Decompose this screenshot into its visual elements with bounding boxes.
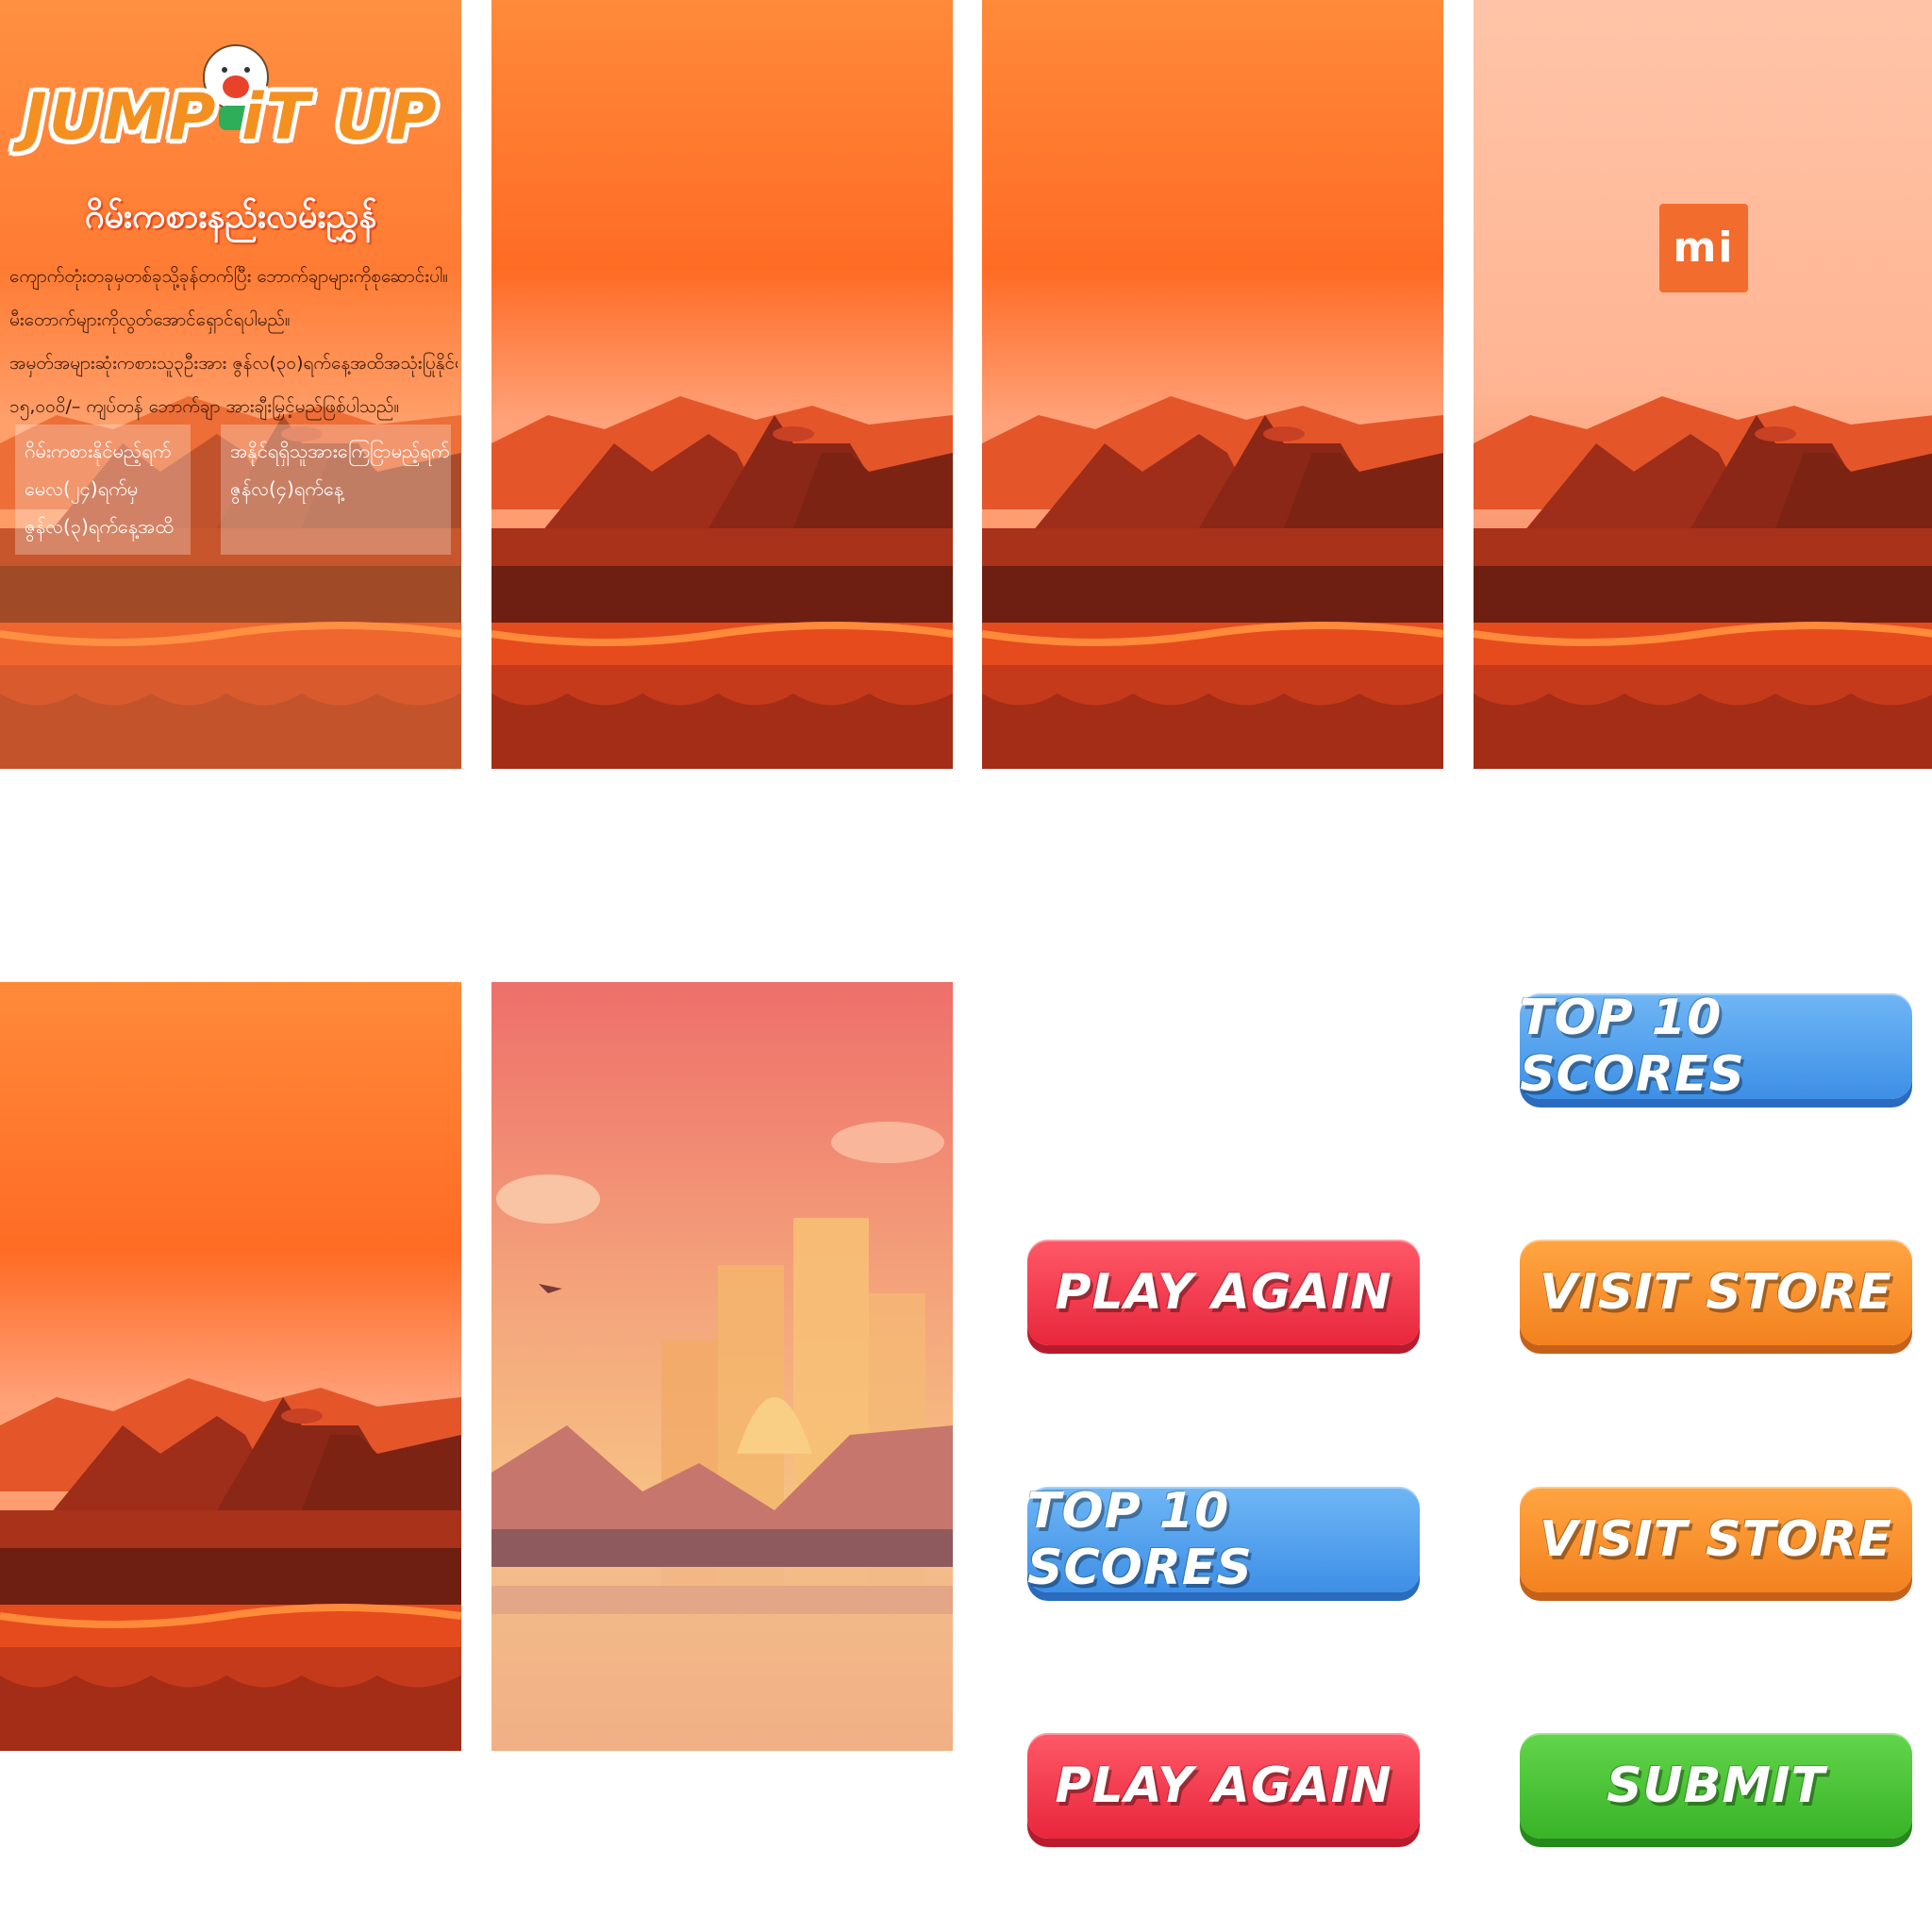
game-period-box: ဂိမ်းကစားနိုင်မည့်ရက် မေလ(၂၄)ရက်မှ ဇွန်လ… — [15, 425, 191, 555]
instructions-title: ဂိမ်းကစားနည်းလမ်းညွှန် — [84, 197, 377, 236]
volcano-background-panel — [982, 0, 1443, 769]
game-period-line: မေလ(၂၄)ရက်မှ — [25, 477, 139, 500]
rule-line: မီးတောက်များကိုလွတ်အောင်ရှောင်ရပါမည်။ — [9, 309, 291, 330]
volcano-background — [491, 0, 953, 769]
announce-date-box: အနိုင်ရရှိသူအားကြေငြာမည့်ရက် ဇွန်လ(၄)ရက်… — [221, 425, 451, 555]
mi-logo: mi — [1659, 204, 1748, 292]
volcano-background-panel — [0, 982, 461, 1751]
announce-date-line: ဇွန်လ(၄)ရက်နေ့ — [230, 477, 344, 500]
play-again-button[interactable]: PLAY AGAIN — [1027, 1733, 1420, 1839]
submit-button[interactable]: SUBMIT — [1520, 1733, 1912, 1839]
volcano-background — [0, 982, 461, 1751]
city-background — [491, 982, 953, 1751]
rules-list: ကျောက်တုံးတခုမှတစ်ခုသို့ခုန်တက်ပြီး ဘောက… — [9, 255, 458, 428]
rule-line: အမှတ်အများဆုံးကစားသူ၃ဦးအား ဇွန်လ(၃၀)ရက်န… — [9, 353, 458, 374]
rule-line: ၁၅,၀၀၀ိ/– ကျပ်တန် ဘောက်ချာ အားချီးမြှင့်… — [9, 396, 400, 417]
city-background-panel — [491, 982, 953, 1751]
game-logo: JUMP iT UP — [23, 80, 439, 155]
title-panel: JUMP iT UP ဂိမ်းကစားနည်းလမ်းညွှန် ကျောက်… — [0, 0, 461, 769]
top-10-scores-button[interactable]: TOP 10 SCORES — [1520, 990, 1912, 1103]
volcano-background — [982, 0, 1443, 769]
top-10-scores-button[interactable]: TOP 10 SCORES — [1027, 1483, 1420, 1596]
visit-store-button[interactable]: VISIT STORE — [1520, 1487, 1912, 1592]
announce-date-line: အနိုင်ရရှိသူအားကြေငြာမည့်ရက် — [230, 440, 450, 462]
game-period-line: ဂိမ်းကစားနိုင်မည့်ရက် — [25, 440, 172, 462]
splash-panel: mi — [1474, 0, 1932, 769]
play-again-button[interactable]: PLAY AGAIN — [1027, 1240, 1420, 1345]
visit-store-button[interactable]: VISIT STORE — [1520, 1240, 1912, 1345]
game-period-line: ဇွန်လ(၃)ရက်နေ့အထိ — [25, 515, 174, 538]
volcano-background — [1474, 0, 1932, 769]
volcano-background-panel — [491, 0, 953, 769]
rule-line: ကျောက်တုံးတခုမှတစ်ခုသို့ခုန်တက်ပြီး ဘောက… — [9, 266, 448, 287]
